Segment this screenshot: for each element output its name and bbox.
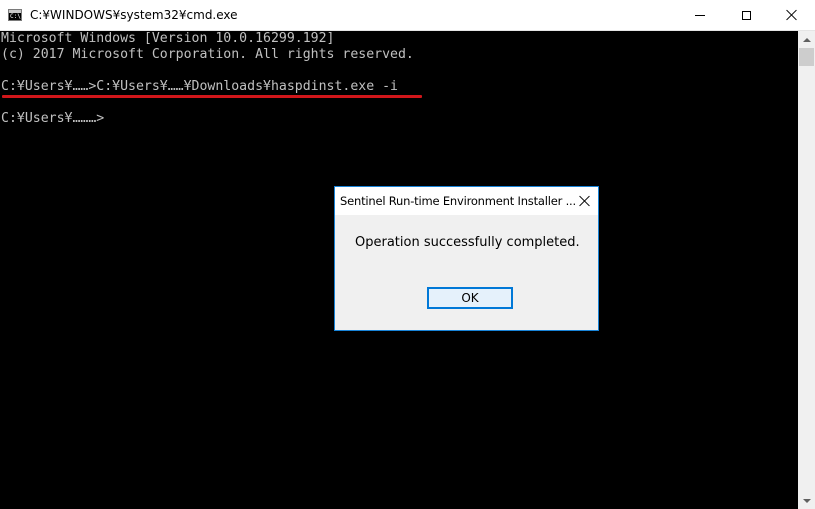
dialog-message: Operation successfully completed.	[355, 235, 580, 250]
dialog-title: Sentinel Run-time Environment Installer …	[340, 194, 576, 208]
red-annotation-underline	[2, 95, 422, 98]
minimize-button[interactable]	[677, 0, 723, 30]
close-icon	[580, 196, 590, 206]
ok-button[interactable]: OK	[427, 287, 513, 309]
console-line: Microsoft Windows [Version 10.0.16299.19…	[1, 31, 335, 46]
chevron-down-icon	[802, 498, 811, 503]
maximize-button[interactable]	[723, 0, 769, 30]
maximize-icon	[741, 10, 751, 20]
installer-dialog: Sentinel Run-time Environment Installer …	[334, 186, 599, 331]
chevron-up-icon	[802, 37, 811, 42]
console-command-line: C:¥Users¥……>C:¥Users¥……¥Downloads¥haspdi…	[1, 79, 398, 94]
close-icon	[786, 9, 798, 21]
scroll-down-button[interactable]	[798, 492, 815, 509]
console-prompt-line: C:¥Users¥………>	[1, 111, 105, 126]
scrollbar-thumb[interactable]	[799, 48, 814, 66]
window-title: C:¥WINDOWS¥system32¥cmd.exe	[30, 8, 238, 22]
cmd-icon[interactable]: C:\	[8, 9, 22, 21]
window-titlebar[interactable]: C:\ C:¥WINDOWS¥system32¥cmd.exe	[0, 0, 815, 31]
cmd-window: C:\ C:¥WINDOWS¥system32¥cmd.exe Microsof…	[0, 0, 815, 509]
scroll-up-button[interactable]	[798, 31, 815, 48]
minimize-icon	[695, 14, 705, 16]
dialog-close-button[interactable]	[571, 187, 598, 215]
console-line: (c) 2017 Microsoft Corporation. All righ…	[1, 47, 414, 62]
close-button[interactable]	[769, 0, 815, 30]
dialog-titlebar[interactable]: Sentinel Run-time Environment Installer …	[335, 187, 598, 215]
vertical-scrollbar[interactable]	[798, 31, 815, 509]
